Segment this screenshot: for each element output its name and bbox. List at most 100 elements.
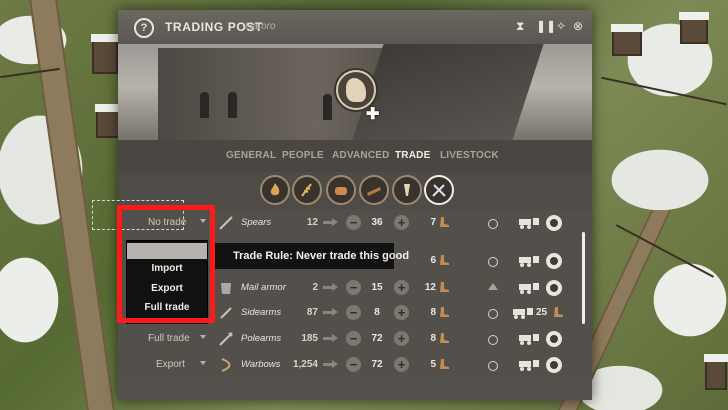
arrow-right-icon xyxy=(323,360,338,368)
decrease-button[interactable]: − xyxy=(346,331,361,346)
bread-icon xyxy=(335,187,347,195)
trade-rule-value: Full trade xyxy=(148,333,190,344)
item-stock: 185 xyxy=(301,333,318,344)
increase-button[interactable]: + xyxy=(394,280,409,295)
cart-icon xyxy=(513,308,533,319)
title-bar[interactable]: ? TRADING POST Haroro ⧗ ❚❚ ✧ ⊗ xyxy=(118,10,592,45)
arrow-right-icon xyxy=(323,283,338,291)
trade-rule-select[interactable]: Full trade xyxy=(126,330,208,348)
target-amount: 72 xyxy=(371,359,383,370)
increase-button[interactable]: + xyxy=(394,215,409,230)
increase-button[interactable]: + xyxy=(394,357,409,372)
cart-icon xyxy=(519,256,539,267)
trade-rule-select[interactable]: Export xyxy=(126,356,208,374)
pin-icon[interactable]: ✧ xyxy=(556,19,566,33)
eye-icon[interactable] xyxy=(546,253,562,269)
tab-people[interactable]: PEOPLE xyxy=(282,150,324,161)
item-stock: 2 xyxy=(312,282,318,293)
window-slit xyxy=(200,92,209,118)
pause-icon[interactable]: ❚❚ xyxy=(536,19,556,33)
eye-icon[interactable] xyxy=(546,215,562,231)
tab-livestock[interactable]: LIVESTOCK xyxy=(440,150,499,161)
close-icon[interactable]: ⊗ xyxy=(573,19,583,33)
chevron-down-icon xyxy=(200,361,206,365)
tooltip: Trade Rule: Never trade this good xyxy=(214,243,409,269)
eye-icon[interactable] xyxy=(546,357,562,373)
decrease-button[interactable]: − xyxy=(346,357,361,372)
merchant-quantity: 8 xyxy=(430,333,436,344)
tab-general[interactable]: GENERAL xyxy=(226,150,276,161)
house xyxy=(95,104,121,138)
item-stock: 87 xyxy=(306,307,318,318)
highlight-box xyxy=(117,205,215,323)
decrease-button[interactable]: − xyxy=(346,280,361,295)
house xyxy=(611,24,643,56)
cart-icon xyxy=(519,283,539,294)
merchant-quantity: 6 xyxy=(430,255,436,266)
scrollbar[interactable] xyxy=(582,232,585,324)
house xyxy=(704,354,728,390)
wheat-icon xyxy=(301,183,312,197)
tab-advanced[interactable]: ADVANCED xyxy=(332,150,390,161)
polearm-icon xyxy=(219,332,233,346)
target-amount: 15 xyxy=(371,282,383,293)
category-food[interactable] xyxy=(292,175,322,205)
boot-icon xyxy=(440,282,449,292)
boot-icon xyxy=(440,217,449,227)
boot-icon xyxy=(440,307,449,317)
horse-icon xyxy=(346,78,366,102)
tooltip-text: Trade Rule: Never trade this good xyxy=(233,250,410,262)
increase-button[interactable]: + xyxy=(394,305,409,320)
target-amount: 8 xyxy=(374,307,380,318)
arrow-right-icon xyxy=(323,334,338,342)
table-row: Full trade Polearms 185 − 72 + 8 xyxy=(118,328,578,350)
item-stock: 1,254 xyxy=(292,359,318,370)
sidearm-icon xyxy=(220,307,232,319)
decrease-button[interactable]: − xyxy=(346,305,361,320)
house xyxy=(679,12,709,44)
tab-trade[interactable]: TRADE xyxy=(395,150,430,161)
planks-icon xyxy=(367,187,381,196)
status-circle-icon xyxy=(488,361,498,371)
add-icon[interactable]: ✚ xyxy=(366,104,379,124)
target-amount: 36 xyxy=(371,217,383,228)
category-materials[interactable] xyxy=(359,175,389,205)
increase-button[interactable]: + xyxy=(394,331,409,346)
category-tools[interactable] xyxy=(392,175,422,205)
decrease-button[interactable]: − xyxy=(346,215,361,230)
eye-icon[interactable] xyxy=(546,331,562,347)
window-slit xyxy=(323,94,332,120)
tab-bar: GENERAL PEOPLE ADVANCED TRADE LIVESTOCK xyxy=(118,140,592,172)
merchant-quantity: 12 xyxy=(424,282,436,293)
boot-icon xyxy=(440,359,449,369)
fire-icon xyxy=(270,183,280,196)
item-stock: 12 xyxy=(306,217,318,228)
trade-rule-value: Export xyxy=(156,359,185,370)
help-icon[interactable]: ? xyxy=(134,18,154,38)
building-banner: ✚ xyxy=(118,44,592,140)
spear-icon xyxy=(219,216,233,230)
category-fire[interactable] xyxy=(260,175,290,205)
weapons-icon xyxy=(432,184,446,197)
chevron-down-icon xyxy=(200,335,206,339)
cart-icon xyxy=(519,334,539,345)
warbow-icon xyxy=(221,358,231,372)
category-weapons[interactable] xyxy=(424,175,454,205)
house xyxy=(91,34,119,74)
eye-icon[interactable] xyxy=(546,280,562,296)
cart-count: 25 xyxy=(536,307,548,318)
category-bread[interactable] xyxy=(326,175,356,205)
boot-icon xyxy=(554,307,563,317)
item-name: Warbows xyxy=(241,359,281,370)
status-arrow-icon xyxy=(488,283,498,290)
mail-armor-icon xyxy=(221,283,231,294)
arrow-right-icon xyxy=(323,218,338,226)
merchant-quantity: 8 xyxy=(430,307,436,318)
status-circle-icon xyxy=(488,219,498,229)
cart-icon xyxy=(519,360,539,371)
boot-icon xyxy=(440,255,449,265)
tools-icon xyxy=(404,184,410,196)
roof-image xyxy=(352,44,544,140)
panel-subtitle: Haroro xyxy=(245,21,276,32)
hourglass-icon[interactable]: ⧗ xyxy=(516,19,524,33)
